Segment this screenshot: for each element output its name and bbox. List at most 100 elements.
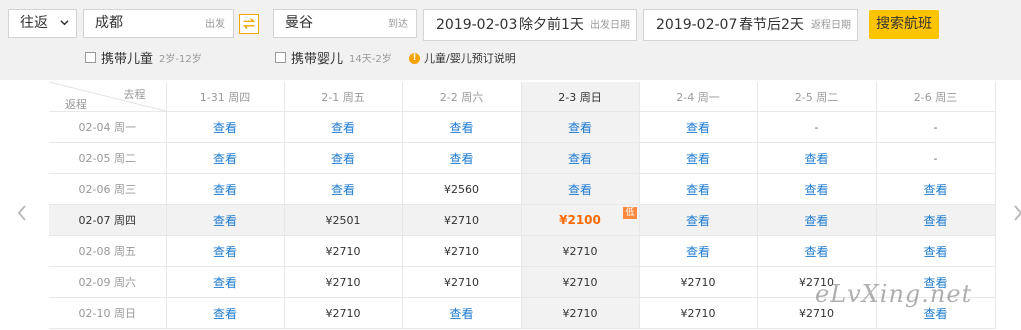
view-link-cell[interactable]: 查看	[876, 235, 996, 267]
view-link-cell[interactable]: 查看	[757, 204, 877, 236]
price-value: ¥2710	[680, 306, 716, 320]
view-link-cell[interactable]: 查看	[166, 235, 285, 267]
lowest-price-cell[interactable]: ¥2100 低	[521, 204, 640, 236]
view-link: 查看	[330, 151, 355, 166]
view-link: 查看	[685, 182, 710, 197]
search-flights-button[interactable]: 搜索航班	[869, 10, 939, 39]
view-link: 查看	[449, 151, 474, 166]
price-cell[interactable]: ¥2710	[521, 297, 640, 329]
view-link: 查看	[804, 213, 829, 228]
view-link-cell[interactable]: 查看	[639, 204, 758, 236]
view-link: 查看	[923, 213, 948, 228]
info-icon: !	[409, 52, 420, 64]
origin-value: 成都	[95, 15, 123, 31]
price-cell[interactable]: ¥2501	[284, 204, 403, 236]
table-row: 02-08 周五 查看 ¥2710 ¥2710 ¥2710 查看 查看 查看	[49, 235, 996, 267]
view-link-cell[interactable]: 查看	[639, 111, 758, 143]
price-cell[interactable]: ¥2710	[402, 266, 522, 298]
destination-value: 曼谷	[285, 15, 313, 31]
view-link: 查看	[567, 151, 592, 166]
view-link-cell[interactable]: 查看	[521, 111, 640, 143]
price-cell[interactable]: ¥2710	[284, 266, 403, 298]
depart-date-label: 出发日期	[590, 20, 630, 31]
column-header: 2-2 周六	[402, 82, 522, 112]
view-link-cell[interactable]: 查看	[876, 204, 996, 236]
trip-type-value: 往返	[20, 15, 48, 31]
price-value: ¥2710	[444, 244, 479, 258]
view-link-cell[interactable]: 查看	[166, 266, 285, 298]
view-link: 查看	[923, 306, 948, 321]
price-cell[interactable]: ¥2710	[284, 235, 403, 267]
chevron-left-icon[interactable]	[16, 203, 28, 223]
price-cell[interactable]: ¥2710	[639, 266, 758, 298]
row-header: 02-04 周一	[49, 111, 167, 143]
view-link-cell[interactable]: 查看	[166, 142, 285, 174]
destination-input[interactable]: 曼谷 到达	[273, 9, 417, 38]
price-value: ¥2710	[325, 306, 361, 320]
price-cell[interactable]: ¥2710	[402, 235, 522, 267]
price-value: ¥2710	[562, 275, 598, 289]
view-link-cell[interactable]: 查看	[402, 297, 522, 329]
view-link-cell[interactable]: 查看	[521, 173, 640, 205]
view-link-cell[interactable]: 查看	[757, 173, 877, 205]
view-link: 查看	[449, 120, 474, 135]
price-cell[interactable]: ¥2710	[521, 266, 640, 298]
view-link: 查看	[685, 120, 710, 135]
view-link-cell[interactable]: 查看	[402, 111, 522, 143]
view-link: 查看	[212, 275, 237, 290]
view-link: 查看	[212, 182, 237, 197]
corner-divider	[49, 82, 166, 111]
view-link-cell[interactable]: 查看	[284, 142, 403, 174]
depart-date-input[interactable]: 2019-02-03 除夕前1天 出发日期	[423, 9, 637, 41]
column-header: 2-6 周三	[876, 82, 996, 112]
view-link-cell[interactable]: 查看	[166, 111, 285, 143]
booking-info-link[interactable]: ! 儿童/婴儿预订说明	[409, 50, 516, 66]
view-link-cell[interactable]: 查看	[284, 173, 403, 205]
view-link-cell[interactable]: 查看	[166, 204, 285, 236]
view-link-cell[interactable]: 查看	[757, 142, 877, 174]
price-value: ¥2710	[444, 213, 479, 227]
child-option[interactable]: 携带儿童 2岁-12岁	[85, 48, 202, 67]
swap-cities-button[interactable]	[239, 14, 259, 34]
view-link-cell[interactable]: 查看	[876, 173, 996, 205]
price-cell[interactable]: ¥2710	[402, 204, 522, 236]
table-row: 02-06 周三 查看 查看 ¥2560 查看 查看 查看 查看	[49, 173, 996, 205]
price-cell[interactable]: ¥2710	[521, 235, 640, 267]
price-cell[interactable]: ¥2710	[284, 297, 403, 329]
return-date-input[interactable]: 2019-02-07 春节后2天 返程日期	[643, 9, 858, 41]
trip-type-select[interactable]: 往返	[8, 9, 77, 38]
view-link-cell[interactable]: 查看	[166, 297, 285, 329]
price-value: ¥2560	[444, 182, 479, 196]
view-link-cell[interactable]: 查看	[521, 142, 640, 174]
row-header: 02-08 周五	[49, 235, 167, 267]
column-header: 2-1 周五	[284, 82, 403, 112]
view-link-cell[interactable]: 查看	[166, 173, 285, 205]
child-checkbox[interactable]	[85, 52, 96, 63]
view-link-cell[interactable]: 查看	[757, 235, 877, 267]
low-price-badge: 低	[623, 207, 637, 219]
view-link-cell[interactable]: 查看	[284, 111, 403, 143]
view-link-cell[interactable]: 查看	[639, 173, 758, 205]
row-header: 02-09 周六	[49, 266, 167, 298]
return-holiday: 春节后2天	[739, 17, 804, 33]
infant-option[interactable]: 携带婴儿 14天-2岁	[275, 48, 392, 67]
origin-input[interactable]: 成都 出发	[83, 9, 234, 38]
chevron-right-icon[interactable]	[1012, 203, 1021, 223]
price-cell[interactable]: ¥2560	[402, 173, 522, 205]
view-link-cell[interactable]: 查看	[402, 142, 522, 174]
depart-holiday: 除夕前1天	[519, 17, 584, 33]
price-cell[interactable]: ¥2710	[639, 297, 758, 329]
table-row: 02-04 周一 查看 查看 查看 查看 查看 - -	[49, 111, 996, 143]
view-link: 查看	[212, 244, 237, 259]
unavailable-cell: -	[876, 111, 996, 143]
view-link-cell[interactable]: 查看	[639, 142, 758, 174]
view-link: 查看	[804, 151, 829, 166]
lowest-price: ¥2100	[559, 213, 601, 227]
infant-checkbox[interactable]	[275, 52, 286, 63]
price-value: ¥2710	[562, 306, 598, 320]
view-link: 查看	[804, 182, 829, 197]
view-link-cell[interactable]: 查看	[639, 235, 758, 267]
calendar-header-row: 去程 返程 1-31 周四 2-1 周五 2-2 周六 2-3 周日 2-4 周…	[49, 82, 996, 112]
view-link: 查看	[923, 244, 948, 259]
view-link: 查看	[212, 120, 237, 135]
